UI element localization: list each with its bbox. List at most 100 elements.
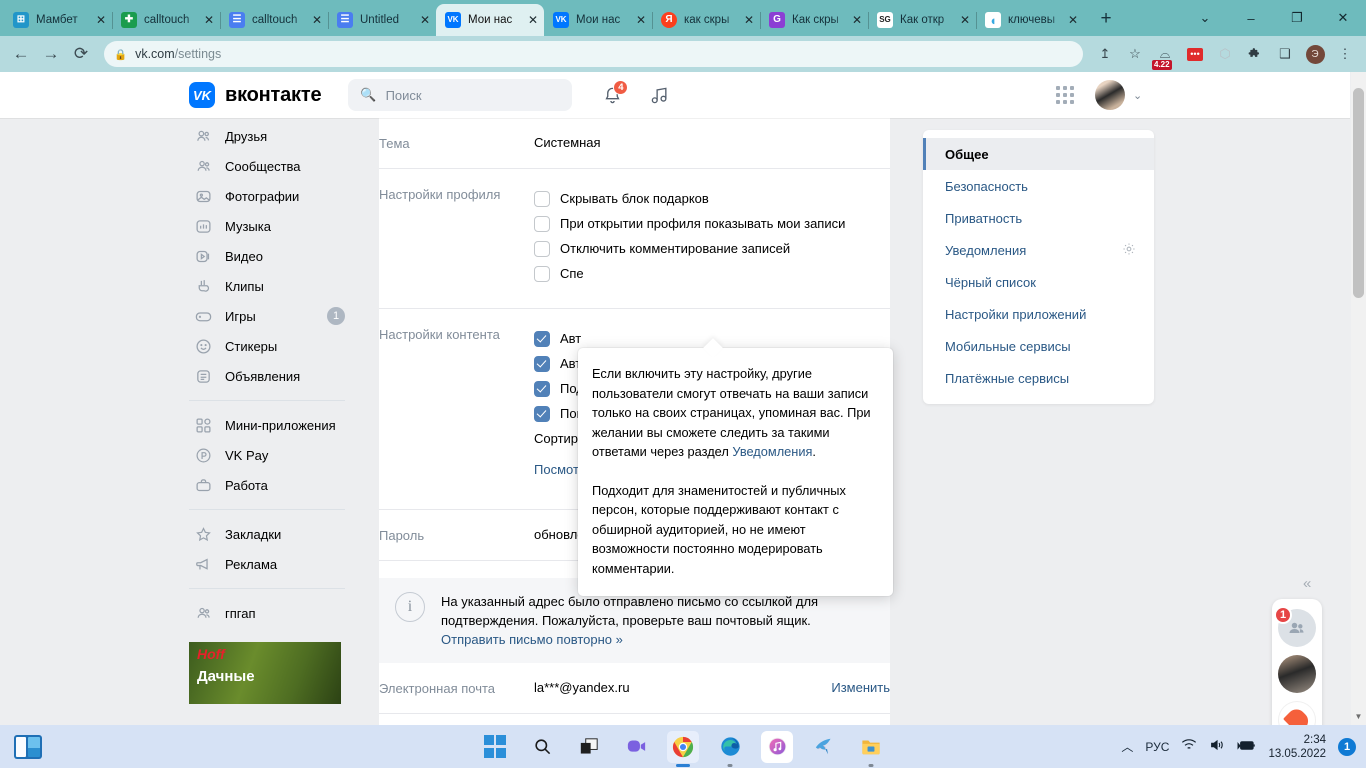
sidebar-item-video[interactable]: Видео (189, 241, 359, 271)
tooltip-notifications-link[interactable]: Уведомления (732, 444, 812, 459)
sidebar-item-communities[interactable]: Сообщества (189, 151, 359, 181)
sidebar-item-friends[interactable]: Друзья (189, 121, 359, 151)
tab-close-icon[interactable]: ✕ (852, 14, 862, 26)
checkbox-autoplay-1[interactable] (534, 330, 550, 347)
collapse-widgets-icon[interactable]: « (1303, 575, 1311, 592)
checkbox-disable-comments[interactable] (534, 240, 550, 257)
tab-close-icon[interactable]: ✕ (744, 14, 754, 26)
resend-email-link[interactable]: Отправить письмо повторно » (441, 632, 623, 647)
sidebar-item-advertising[interactable]: Реклама (189, 549, 359, 579)
task-view-button[interactable] (573, 731, 605, 763)
taskbar-clock[interactable]: 2:34 13.05.2022 (1268, 733, 1326, 761)
checkbox-row[interactable]: При открытии профиля показывать мои запи… (534, 211, 890, 236)
reload-button[interactable]: ⟳ (66, 39, 96, 69)
sidebar-item-group-gpgap[interactable]: гпгап (189, 598, 359, 628)
browser-tab[interactable]: SG Как откр ✕ (868, 4, 977, 36)
sidebar-item-jobs[interactable]: Работа (189, 470, 359, 500)
browser-tab[interactable]: ☰ Untitled ✕ (328, 4, 436, 36)
page-scrollbar[interactable]: ▼ (1351, 72, 1366, 725)
sidebar-item-clips[interactable]: Клипы (189, 271, 359, 301)
scroll-down-arrow-icon[interactable]: ▼ (1351, 709, 1366, 724)
taskbar-chrome-icon[interactable] (667, 730, 699, 767)
taskbar-itunes-icon[interactable] (761, 730, 793, 763)
tab-close-icon[interactable]: ✕ (96, 14, 106, 26)
services-grid-icon[interactable] (1048, 78, 1082, 112)
browser-tab[interactable]: ⊞ Мамбет ✕ (4, 4, 113, 36)
checkbox-special-mode[interactable] (534, 265, 550, 282)
checkbox-row[interactable]: Спе (534, 261, 890, 286)
tab-close-icon[interactable]: ✕ (420, 14, 430, 26)
sidebar-item-vk-pay[interactable]: VK Pay (189, 440, 359, 470)
chrome-profile-avatar[interactable]: Э (1302, 41, 1328, 67)
sidebar-item-bookmarks[interactable]: Закладки (189, 519, 359, 549)
volume-icon[interactable] (1209, 738, 1225, 755)
start-button[interactable] (479, 731, 511, 763)
minimize-button[interactable]: – (1228, 0, 1274, 36)
vk-logo[interactable]: VK вконтакте (189, 82, 322, 108)
puzzle-extensions-icon[interactable] (1242, 41, 1268, 67)
side-panel-icon[interactable]: ❑ (1272, 41, 1298, 67)
sidebar-item-games[interactable]: Игры 1 (189, 301, 359, 331)
tab-close-icon[interactable]: ✕ (528, 14, 538, 26)
back-button[interactable]: ← (6, 39, 36, 69)
settings-menu-item-app-settings[interactable]: Настройки приложений (923, 298, 1154, 330)
checkbox-subscriptions[interactable] (534, 380, 550, 397)
settings-menu-item-mobile-services[interactable]: Мобильные сервисы (923, 330, 1154, 362)
close-window-button[interactable]: ✕ (1320, 0, 1366, 36)
tab-close-icon[interactable]: ✕ (312, 14, 322, 26)
tab-close-icon[interactable]: ✕ (1068, 14, 1078, 26)
search-input[interactable]: 🔍 Поиск (348, 79, 573, 111)
sidebar-item-mini-apps[interactable]: Мини-приложения (189, 410, 359, 440)
sidebar-item-ads-board[interactable]: Объявления (189, 361, 359, 391)
settings-menu-item-notifications[interactable]: Уведомления (923, 234, 1154, 266)
taskbar-explorer-icon[interactable] (855, 731, 887, 767)
tab-close-icon[interactable]: ✕ (960, 14, 970, 26)
forward-button[interactable]: → (36, 39, 66, 69)
taskbar-filezilla-icon[interactable] (808, 731, 840, 763)
settings-menu-item-blacklist[interactable]: Чёрный список (923, 266, 1154, 298)
gear-icon[interactable] (1122, 242, 1136, 259)
tab-close-icon[interactable]: ✕ (204, 14, 214, 26)
settings-menu-item-general[interactable]: Общее (923, 138, 1154, 170)
keyboard-language-indicator[interactable]: РУС (1145, 740, 1169, 754)
widget-group-avatar[interactable]: 1 (1274, 606, 1316, 647)
settings-menu-item-payment-services[interactable]: Платёжные сервисы (923, 362, 1154, 394)
widget-tinder-icon[interactable] (1278, 701, 1316, 725)
battery-icon[interactable] (1237, 739, 1256, 755)
checkbox-autoplay-2[interactable] (534, 355, 550, 372)
sidebar-item-music[interactable]: Музыка (189, 211, 359, 241)
widget-user-photo[interactable] (1278, 655, 1316, 693)
notification-center-badge[interactable]: 1 (1338, 737, 1356, 756)
taskbar-search-button[interactable] (526, 731, 558, 763)
browser-tab[interactable]: ◖ ключевы ✕ (976, 4, 1084, 36)
sidebar-item-stickers[interactable]: Стикеры (189, 331, 359, 361)
settings-menu-item-security[interactable]: Безопасность (923, 170, 1154, 202)
checkbox-hide-gifts[interactable] (534, 190, 550, 207)
checkbox-show-my-posts[interactable] (534, 215, 550, 232)
theme-value[interactable]: Системная (534, 135, 890, 151)
tab-close-icon[interactable]: ✕ (636, 14, 646, 26)
extension-red-icon[interactable]: ••• (1182, 41, 1208, 67)
shield-icon[interactable]: ⬡ (1212, 41, 1238, 67)
address-bar[interactable]: 🔒 vk.com/settings (104, 41, 1083, 67)
bookmark-star-icon[interactable]: ☆ (1122, 41, 1148, 67)
sidebar-ad-banner[interactable]: Hoff Дачные (189, 642, 341, 704)
maximize-button[interactable]: ❐ (1274, 0, 1320, 36)
checkbox-show-items[interactable] (534, 405, 550, 422)
taskbar-edge-icon[interactable] (714, 731, 746, 767)
extension-lamp-icon[interactable]: ⌓ 4.22 (1152, 41, 1178, 70)
checkbox-row[interactable]: Скрывать блок подарков (534, 186, 890, 211)
browser-tab-active[interactable]: VK Мои нас ✕ (436, 4, 544, 36)
checkbox-row[interactable]: Отключить комментирование записей (534, 236, 890, 261)
scrollbar-thumb[interactable] (1353, 88, 1364, 298)
sidebar-item-photos[interactable]: Фотографии (189, 181, 359, 211)
chrome-menu-icon[interactable]: ⋮ (1332, 41, 1358, 67)
user-menu[interactable]: ⌄ (1095, 80, 1142, 110)
music-icon[interactable] (642, 78, 676, 112)
tray-expand-chevron-icon[interactable]: ︿ (1121, 738, 1133, 755)
browser-tab[interactable]: VK Мои нас ✕ (544, 4, 653, 36)
change-email-link[interactable]: Изменить (831, 680, 890, 695)
browser-tab[interactable]: ☰ calltouch ✕ (220, 4, 329, 36)
settings-menu-item-privacy[interactable]: Приватность (923, 202, 1154, 234)
wifi-icon[interactable] (1181, 738, 1197, 755)
